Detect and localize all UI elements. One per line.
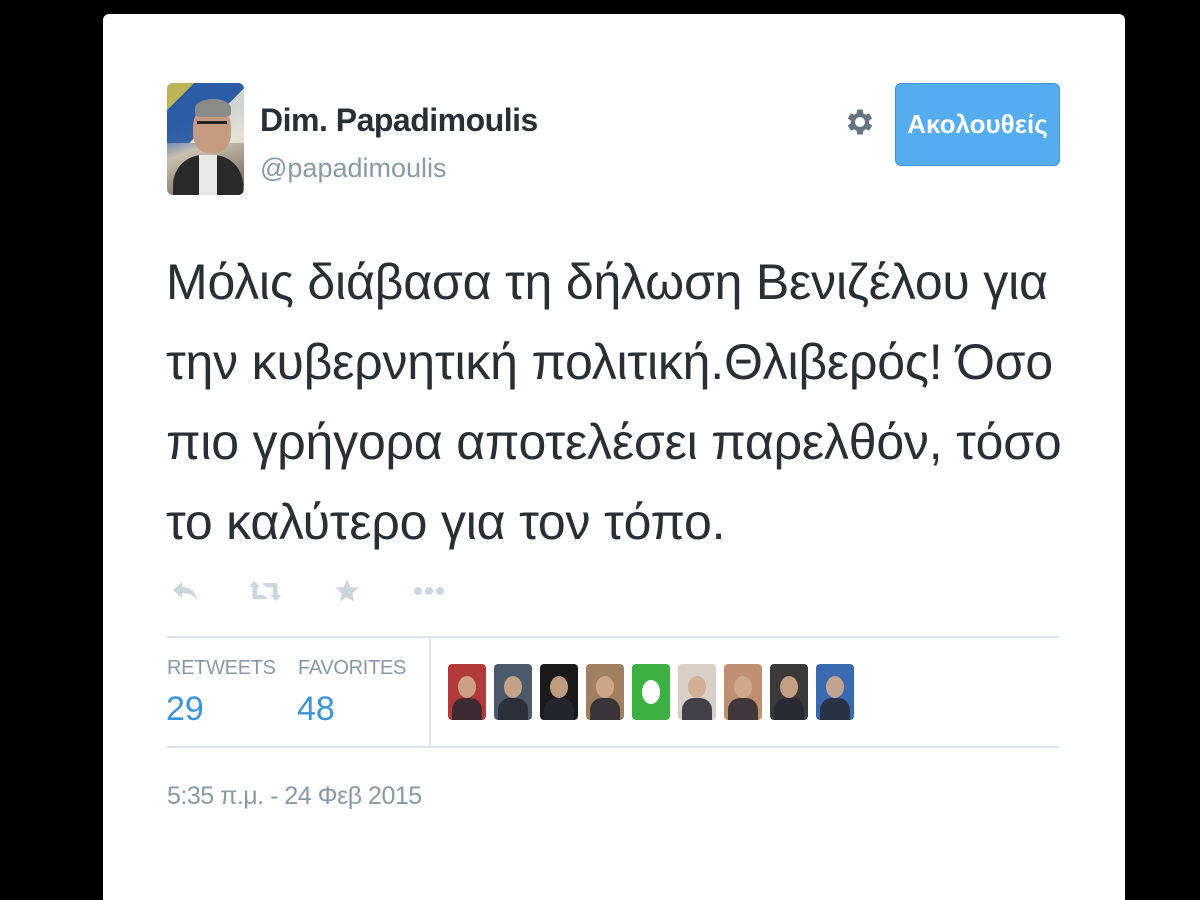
favoriter-avatar-head — [642, 680, 660, 704]
retweets-count[interactable]: 29 — [166, 690, 204, 729]
favoriter-avatar[interactable] — [448, 664, 486, 720]
favoriter-avatar-body — [682, 698, 712, 720]
favoriter-avatar-head — [688, 676, 706, 698]
retweets-label[interactable]: RETWEETS — [167, 657, 276, 680]
author-avatar[interactable] — [167, 83, 244, 195]
stats-bottom-divider — [167, 746, 1060, 748]
favoriter-avatar-head — [596, 676, 614, 698]
gear-icon[interactable] — [843, 104, 877, 140]
favoriters-list — [448, 664, 862, 720]
favoriter-avatar[interactable] — [678, 664, 716, 720]
tweet-timestamp[interactable]: 5:35 π.μ. - 24 Φεβ 2015 — [167, 782, 422, 811]
favoriter-avatar-head — [734, 676, 752, 698]
tweet-text: Μόλις διάβασα τη δήλωση Βενιζέλου για τη… — [166, 254, 1062, 550]
favoriter-avatar[interactable] — [770, 664, 808, 720]
favoriter-avatar-body — [774, 698, 804, 720]
favoriter-avatar[interactable] — [724, 664, 762, 720]
tweet-actions — [167, 571, 447, 611]
favoriter-avatar[interactable] — [586, 664, 624, 720]
author-name[interactable]: Dim. Papadimoulis — [260, 102, 538, 139]
favoriter-avatar[interactable] — [494, 664, 532, 720]
avatar-shirt — [173, 155, 243, 195]
favoriter-avatar-head — [550, 676, 568, 698]
favorites-label[interactable]: FAVORITES — [298, 657, 406, 680]
favoriter-avatar-body — [544, 698, 574, 720]
favorite-icon[interactable] — [329, 573, 365, 609]
retweet-icon[interactable] — [247, 573, 283, 609]
stats-top-divider — [167, 636, 1060, 638]
favoriter-avatar-body — [498, 698, 528, 720]
reply-icon[interactable] — [167, 573, 203, 609]
favoriter-avatar-head — [458, 676, 476, 698]
more-icon[interactable] — [411, 573, 447, 609]
favoriter-avatar[interactable] — [816, 664, 854, 720]
following-button[interactable]: Ακολουθείς — [895, 83, 1060, 166]
favoriter-avatar-body — [820, 698, 850, 720]
favoriter-avatar-body — [590, 698, 620, 720]
favoriter-avatar[interactable] — [540, 664, 578, 720]
tweet-card: Dim. Papadimoulis @papadimoulis Ακολουθε… — [103, 14, 1125, 900]
favoriter-avatar-head — [780, 676, 798, 698]
favoriter-avatar-body — [728, 698, 758, 720]
avatar-hair — [195, 99, 231, 117]
favoriter-avatar-head — [826, 676, 844, 698]
stats-vertical-divider — [429, 637, 431, 748]
favoriter-avatar-body — [452, 698, 482, 720]
avatar-glasses — [197, 121, 227, 130]
author-handle[interactable]: @papadimoulis — [260, 153, 447, 184]
favoriter-avatar-head — [504, 676, 522, 698]
favoriter-avatar[interactable] — [632, 664, 670, 720]
favorites-count[interactable]: 48 — [297, 690, 335, 729]
